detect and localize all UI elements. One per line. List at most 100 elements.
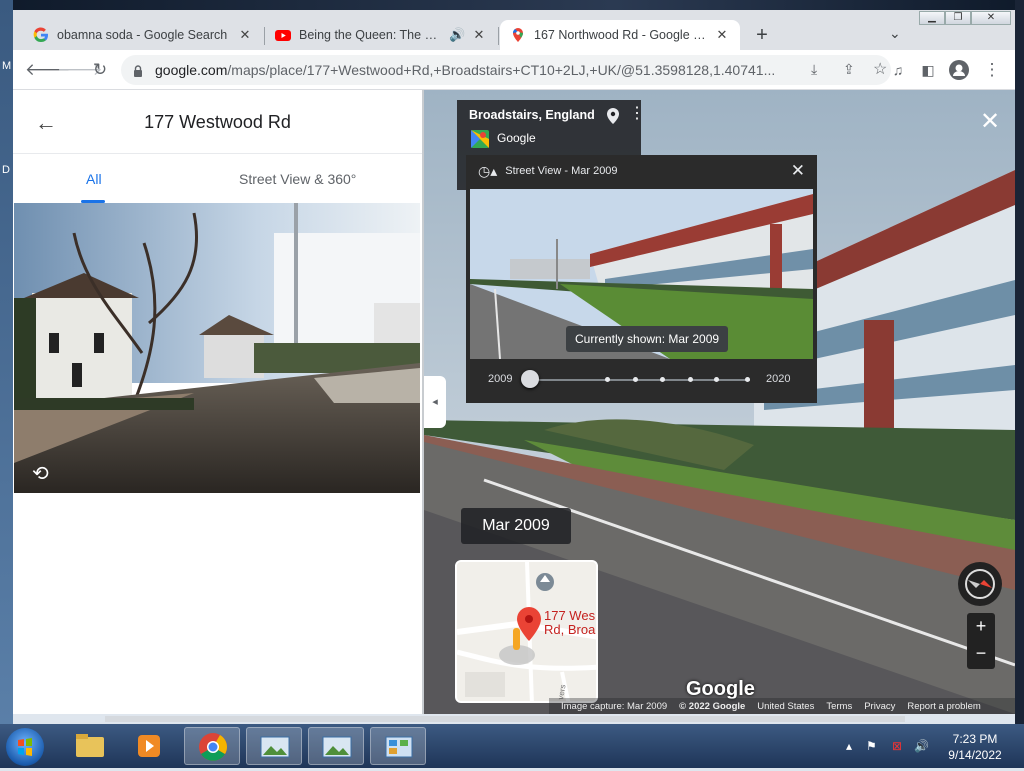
- zoom-out-button[interactable]: −: [967, 643, 995, 664]
- picture-viewer-icon: [260, 736, 290, 758]
- zoom-control: + −: [967, 613, 995, 669]
- desktop-background: [0, 0, 1024, 10]
- media-control-icon[interactable]: ♫: [887, 60, 909, 80]
- lock-icon[interactable]: [133, 64, 143, 77]
- place-title: 177 Westwood Rd: [144, 112, 291, 132]
- tab-street-view-360[interactable]: Street View & 360°: [239, 171, 356, 187]
- bookmark-star-icon[interactable]: ☆: [873, 59, 887, 79]
- close-tab-icon[interactable]: ✕: [714, 27, 730, 43]
- timeline-stop[interactable]: [633, 377, 638, 382]
- timeline-stop[interactable]: [688, 377, 693, 382]
- close-icon[interactable]: ✕: [791, 161, 805, 181]
- side-panel-icon[interactable]: ◧: [917, 60, 939, 80]
- timeline-stop[interactable]: [714, 377, 719, 382]
- browser-toolbar: 🡐 🡒 ↻ google.com/maps/place/177+Westwood…: [13, 50, 1015, 90]
- privacy-link[interactable]: Privacy: [864, 701, 895, 712]
- tab-google-search[interactable]: obamna soda - Google Search ✕: [23, 20, 263, 50]
- timeline-end-year: 2020: [766, 373, 791, 385]
- google-maps-pin-icon: [513, 28, 523, 42]
- street-scene-image: [14, 203, 420, 493]
- map-footer: Image capture: Mar 2009 © 2022 Google Un…: [549, 698, 1015, 714]
- speaker-icon[interactable]: 🔊: [449, 27, 465, 43]
- currently-shown-tooltip: Currently shown: Mar 2009: [566, 326, 729, 352]
- forward-arrow-icon[interactable]: 🡒: [57, 60, 103, 80]
- taskbar-explorer[interactable]: [62, 727, 118, 765]
- image-capture-text: Image capture: Mar 2009: [561, 700, 668, 712]
- street-view[interactable]: Broadstairs, England Google ⋮ ◷▴ Street …: [424, 90, 1015, 714]
- timeline-stop[interactable]: [660, 377, 665, 382]
- restore-window-button[interactable]: ❐: [945, 11, 971, 25]
- control-panel-icon: [385, 736, 413, 758]
- tab-strip: obamna soda - Google Search ✕ Being the …: [13, 10, 1015, 50]
- tab-title: 167 Northwood Rd - Google Ma: [534, 28, 708, 42]
- report-problem-link[interactable]: Report a problem: [907, 701, 980, 712]
- volume-icon[interactable]: 🔊: [914, 739, 929, 753]
- close-tab-icon[interactable]: ✕: [471, 27, 487, 43]
- taskbar-chrome[interactable]: [184, 727, 240, 765]
- horizontal-scrollbar[interactable]: [105, 716, 905, 722]
- taskbar-control-panel[interactable]: [370, 727, 426, 765]
- 360-rotate-icon: ⟲: [32, 463, 49, 485]
- close-street-view-icon[interactable]: ✕: [980, 110, 1000, 134]
- close-tab-icon[interactable]: ✕: [237, 27, 253, 43]
- desktop-background-right: [1015, 0, 1024, 724]
- mini-map-place-label: 177 Wes Rd, Broa: [544, 609, 595, 637]
- new-tab-button[interactable]: +: [751, 25, 773, 45]
- place-panel: ← 177 Westwood Rd All Street View & 360°: [13, 90, 422, 714]
- url-path: /maps/place/177+Westwood+Rd,+Broadstairs…: [227, 62, 776, 78]
- zoom-in-button[interactable]: +: [967, 616, 995, 637]
- tab-google-maps[interactable]: 167 Northwood Rd - Google Ma ✕: [500, 20, 740, 50]
- install-app-icon[interactable]: ⤓: [811, 61, 817, 78]
- tab-search-chevron-icon[interactable]: ⌄: [889, 25, 901, 42]
- tab-youtube[interactable]: Being the Queen: The Life of 🔊 ✕: [265, 20, 497, 50]
- windows-logo-icon: [18, 738, 32, 756]
- terms-link[interactable]: Terms: [826, 701, 852, 712]
- browser-window: obamna soda - Google Search ✕ Being the …: [13, 10, 1015, 714]
- taskbar-media-player[interactable]: [122, 727, 178, 765]
- mini-map[interactable]: vers 177 Wes Rd, Broa: [455, 560, 598, 703]
- photo-tabs: All Street View & 360°: [13, 153, 422, 203]
- time-travel-panel: ◷▴ Street View - Mar 2009 ✕ Currently sh…: [466, 155, 817, 403]
- google-g-icon: [33, 27, 48, 43]
- share-icon[interactable]: ⇪: [843, 61, 855, 78]
- tab-title: Being the Queen: The Life of: [299, 28, 443, 42]
- timeline-slider-handle[interactable]: [521, 370, 539, 388]
- explorer-icon: [76, 734, 104, 757]
- region-link[interactable]: United States: [757, 701, 814, 712]
- chrome-menu-icon[interactable]: ⋮: [981, 60, 1003, 80]
- back-arrow-icon[interactable]: 🡐: [25, 60, 71, 80]
- minimize-window-button[interactable]: ▁: [919, 11, 945, 25]
- history-clock-icon[interactable]: ◷▴: [478, 163, 497, 180]
- time-travel-title: Street View - Mar 2009: [505, 165, 618, 177]
- timeline-stop[interactable]: [605, 377, 610, 382]
- start-button[interactable]: [6, 728, 44, 766]
- network-icon[interactable]: ⊠: [892, 739, 902, 753]
- address-bar[interactable]: google.com/maps/place/177+Westwood+Rd,+B…: [121, 55, 891, 85]
- historical-preview-image[interactable]: Currently shown: Mar 2009: [470, 189, 813, 359]
- map-pin-icon[interactable]: [607, 108, 619, 128]
- close-window-button[interactable]: ✕: [971, 11, 1011, 25]
- taskbar: ▴ ⚑ ⊠ 🔊 7:23 PM 9/14/2022: [0, 724, 1024, 768]
- time-travel-header: ◷▴ Street View - Mar 2009: [466, 155, 817, 187]
- tab-all[interactable]: All: [86, 171, 102, 187]
- timeline-start-year: 2009: [488, 373, 513, 385]
- desktop-icon-fragment: D: [2, 164, 10, 176]
- more-options-icon[interactable]: ⋮: [629, 106, 645, 122]
- google-maps-icon: [471, 130, 489, 148]
- compass[interactable]: [958, 562, 1002, 606]
- mini-map-label-line: Rd, Broa: [544, 622, 596, 637]
- clock[interactable]: 7:23 PM 9/14/2022: [935, 731, 1015, 763]
- desktop-background-left: M D: [0, 0, 13, 724]
- reload-icon[interactable]: ↻: [89, 60, 111, 80]
- taskbar-picture-viewer-2[interactable]: [308, 727, 364, 765]
- url-host: google.com: [155, 62, 228, 78]
- timeline-stop[interactable]: [745, 377, 750, 382]
- location-title: Broadstairs, England: [469, 108, 595, 122]
- show-hidden-icons-icon[interactable]: ▴: [846, 739, 852, 753]
- profile-avatar-icon[interactable]: [948, 60, 970, 85]
- street-photo[interactable]: ⟲: [14, 203, 420, 493]
- taskbar-picture-viewer[interactable]: [246, 727, 302, 765]
- action-center-icon[interactable]: ⚑: [866, 739, 877, 753]
- desktop-icon-fragment: M: [2, 60, 12, 72]
- collapse-panel-button[interactable]: ◂: [424, 376, 446, 428]
